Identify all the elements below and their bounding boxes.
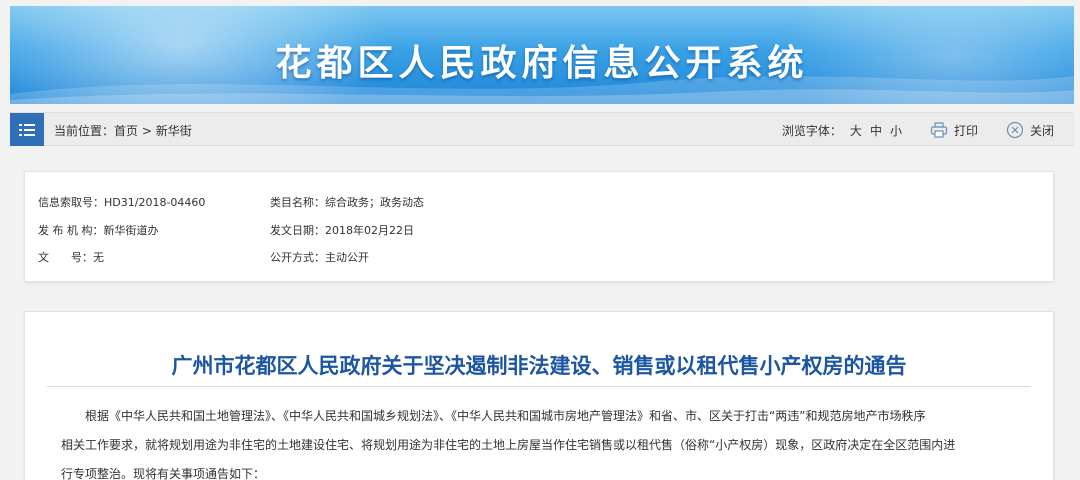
index-number-value: HD31/2018-04460 [104,196,206,209]
disclosure-mode-field: 公开方式：主动公开 [270,249,369,265]
index-number-field: 信息索取号：HD31/2018-04460 [38,194,205,210]
disclosure-mode-label: 公开方式： [270,251,325,264]
close-icon [1006,121,1024,139]
index-number-label: 信息索取号： [38,196,104,209]
document-number-value: 无 [93,251,104,264]
close-label: 关闭 [1029,123,1054,138]
body-line: 相关工作要求，就将规划用途为非住宅的土地建设住宅、将规划用途为非住宅的土地上房屋… [61,438,956,452]
font-large-button[interactable]: 大 [850,122,862,139]
location-bar: 当前位置：首页 > 新华街 浏览字体： 大 中 小 打印 关闭 [10,112,1074,146]
publisher-field: 发 布 机 构：新华街道办 [38,222,159,238]
issue-date-field: 发文日期：2018年02月22日 [270,222,414,238]
title-divider [47,386,1031,387]
close-button[interactable]: 关闭 [1006,121,1054,139]
category-value: 综合政务；政务动态 [325,196,424,209]
breadcrumb-home-link[interactable]: 首页 [114,124,138,138]
category-label: 类目名称： [270,196,325,209]
breadcrumb-prefix: 当前位置： [54,124,115,138]
article-title: 广州市花都区人民政府关于坚决遏制非法建设、销售或以租代售小产权房的通告 [171,354,907,378]
font-medium-button[interactable]: 中 [870,122,882,139]
breadcrumb-current-link[interactable]: 新华街 [156,124,192,138]
publisher-label: 发 布 机 构： [38,224,104,237]
breadcrumb: 当前位置：首页 > 新华街 [54,122,192,139]
font-small-button[interactable]: 小 [890,122,902,139]
issue-date-label: 发文日期： [270,224,325,237]
issue-date-value: 2018年02月22日 [325,224,414,237]
font-size-label: 浏览字体： [781,123,842,138]
page-tools: 浏览字体： 大 中 小 打印 关闭 [782,121,1054,139]
header-banner: 花都区人民政府信息公开系统 [10,6,1074,104]
document-number-field: 文 号：无 [38,249,104,265]
list-menu-icon[interactable] [10,113,44,146]
document-number-label: 文 号： [38,251,93,264]
publisher-value: 新华街道办 [103,224,159,237]
document-metadata-panel: 信息索取号：HD31/2018-04460 类目名称：综合政务；政务动态 发 布… [24,171,1054,282]
body-line: 根据《中华人民共和国土地管理法》、《中华人民共和国城乡规划法》、《中华人民共和国… [85,409,926,423]
category-field: 类目名称：综合政务；政务动态 [270,194,424,210]
article-panel: 广州市花都区人民政府关于坚决遏制非法建设、销售或以租代售小产权房的通告 根据《中… [24,311,1054,480]
printer-icon [930,122,948,138]
print-label: 打印 [953,123,978,138]
site-title: 花都区人民政府信息公开系统 [275,43,809,84]
disclosure-mode-value: 主动公开 [325,251,369,264]
breadcrumb-separator: > [138,124,156,138]
body-line: 行专项整治。现将有关事项通告如下： [61,467,266,480]
article-body: 根据《中华人民共和国土地管理法》、《中华人民共和国城乡规划法》、《中华人民共和国… [61,402,1027,480]
print-button[interactable]: 打印 [930,122,978,139]
